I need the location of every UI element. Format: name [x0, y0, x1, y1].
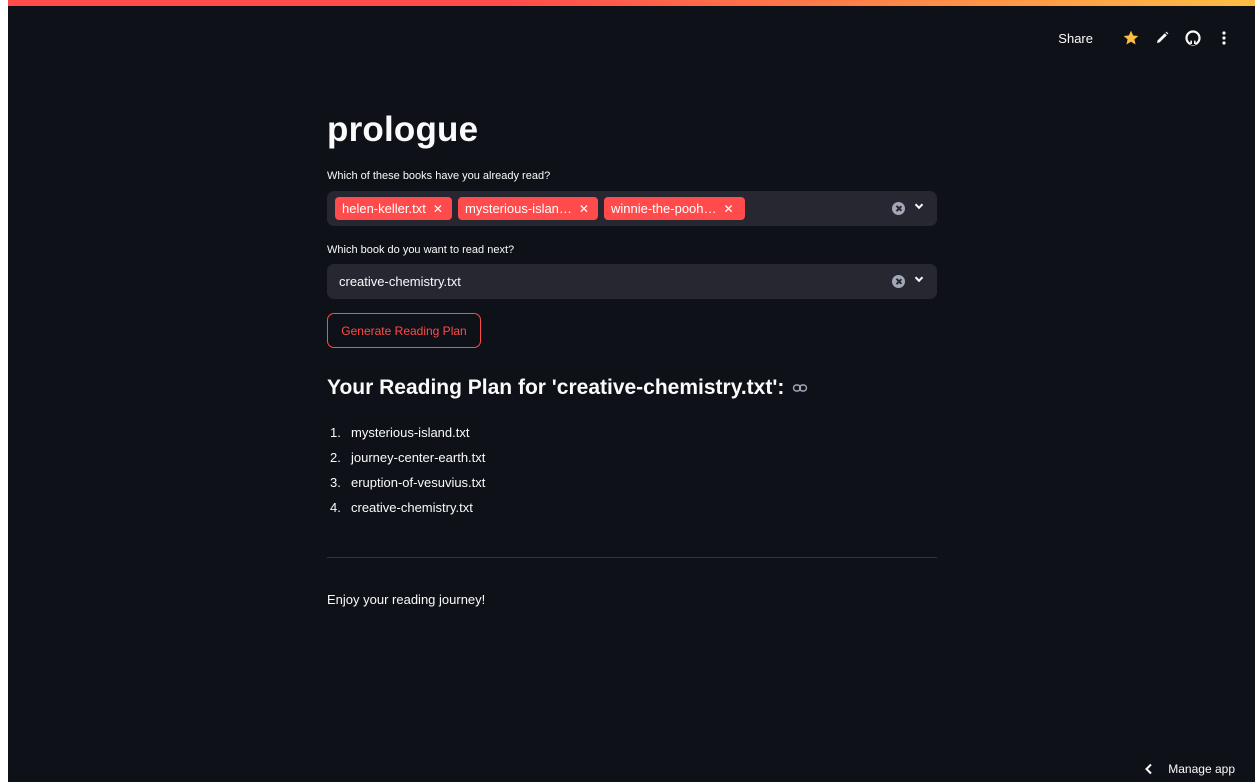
tag-remove-icon[interactable]: ✕ [433, 202, 443, 216]
footer-message: Enjoy your reading journey! [327, 592, 486, 607]
reading-plan-heading-text: Your Reading Plan for 'creative-chemistr… [327, 376, 785, 399]
read-books-label: Which of these books have you already re… [327, 170, 551, 182]
link-icon[interactable] [792, 380, 808, 396]
list-item-label: journey-center-earth.txt [351, 450, 486, 465]
tag-remove-icon[interactable]: ✕ [579, 202, 589, 216]
star-icon[interactable] [1122, 29, 1140, 47]
tag-remove-icon[interactable]: ✕ [724, 202, 734, 216]
list-item: 4. creative-chemistry.txt [327, 495, 485, 520]
list-item: 2. journey-center-earth.txt [327, 445, 485, 470]
chevron-down-icon[interactable] [913, 273, 925, 285]
read-books-multiselect[interactable]: helen-keller.txt ✕ mysterious-islan… ✕ w… [327, 191, 937, 226]
top-decoration-bar [0, 0, 1255, 6]
reading-plan-heading: Your Reading Plan for 'creative-chemistr… [327, 376, 808, 400]
generate-reading-plan-button[interactable]: Generate Reading Plan [327, 313, 481, 348]
next-book-label: Which book do you want to read next? [327, 244, 515, 256]
list-item-label: eruption-of-vesuvius.txt [351, 475, 486, 490]
tag-label: winnie-the-pooh… [611, 201, 717, 216]
list-item: 1. mysterious-island.txt [327, 420, 485, 445]
divider [327, 557, 937, 558]
manage-app-label: Manage app [1168, 762, 1235, 776]
tag-winnie-the-pooh: winnie-the-pooh… ✕ [604, 197, 745, 220]
page-title: prologue [327, 110, 479, 149]
github-icon[interactable] [1184, 29, 1202, 47]
clear-icon[interactable] [892, 275, 905, 288]
edit-icon[interactable] [1153, 29, 1171, 47]
reading-plan-list: 1. mysterious-island.txt 2. journey-center… [327, 420, 485, 520]
list-item: 3. eruption-of-vesuvius.txt [327, 470, 485, 495]
list-item-number: 4. [330, 500, 341, 515]
chevron-down-icon[interactable] [913, 200, 925, 212]
tag-mysterious-island: mysterious-islan… ✕ [458, 197, 598, 220]
list-item-label: mysterious-island.txt [351, 425, 470, 440]
app-toolbar: Share [1058, 26, 1233, 50]
next-book-select[interactable]: creative-chemistry.txt [327, 264, 937, 299]
more-vertical-icon[interactable] [1215, 29, 1233, 47]
list-item-number: 1. [330, 425, 341, 440]
clear-icon[interactable] [892, 202, 905, 215]
tag-label: helen-keller.txt [342, 201, 426, 216]
list-item-number: 3. [330, 475, 341, 490]
next-book-value: creative-chemistry.txt [339, 274, 461, 289]
manage-app-button[interactable]: Manage app [1144, 762, 1235, 776]
list-item-label: creative-chemistry.txt [351, 500, 473, 515]
left-window-edge [0, 0, 8, 782]
tag-label: mysterious-islan… [465, 201, 572, 216]
list-item-number: 2. [330, 450, 341, 465]
tag-helen-keller: helen-keller.txt ✕ [335, 197, 452, 220]
chevron-left-icon [1145, 763, 1152, 775]
share-button[interactable]: Share [1058, 31, 1093, 46]
